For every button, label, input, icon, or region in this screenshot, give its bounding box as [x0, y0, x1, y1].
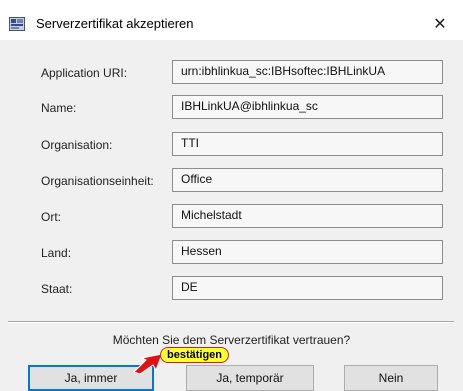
- label-land: Land:: [41, 246, 72, 260]
- field-ort[interactable]: Michelstadt: [172, 204, 443, 228]
- confirm-callout: bestätigen: [160, 347, 230, 363]
- field-organisation[interactable]: TTI: [172, 132, 443, 156]
- separator: [8, 321, 454, 323]
- label-staat: Staat:: [41, 282, 73, 296]
- field-land[interactable]: Hessen: [172, 240, 443, 264]
- label-ort: Ort:: [41, 210, 61, 224]
- trust-question: Möchten Sie dem Serverzertifikat vertrau…: [112, 333, 351, 347]
- field-organisationseinheit[interactable]: Office: [172, 168, 443, 192]
- certificate-details: Application URI: urn:ibhlinkua_sc:IBHsof…: [0, 40, 463, 318]
- title-bar: Serverzertifikat akzeptieren ✕: [0, 8, 463, 40]
- label-application-uri: Application URI:: [41, 66, 128, 80]
- row-land: Land: Hessen: [0, 240, 463, 268]
- row-staat: Staat: DE: [0, 276, 463, 304]
- close-button[interactable]: ✕: [417, 8, 463, 40]
- row-ort: Ort: Michelstadt: [0, 204, 463, 232]
- field-staat[interactable]: DE: [172, 276, 443, 300]
- reject-button[interactable]: Nein: [344, 365, 438, 391]
- dialog-title: Serverzertifikat akzeptieren: [36, 16, 194, 31]
- field-application-uri[interactable]: urn:ibhlinkua_sc:IBHsoftec:IBHLinkUA: [172, 60, 443, 84]
- close-icon: ✕: [433, 16, 447, 33]
- row-organisationseinheit: Organisationseinheit: Office: [0, 168, 463, 196]
- row-name: Name: IBHLinkUA@ibhlinkua_sc: [0, 95, 463, 123]
- label-name: Name:: [41, 101, 77, 115]
- field-name[interactable]: IBHLinkUA@ibhlinkua_sc: [172, 95, 443, 119]
- certificate-app-icon: [9, 17, 25, 31]
- label-organisationseinheit: Organisationseinheit:: [41, 174, 154, 188]
- row-organisation: Organisation: TTI: [0, 132, 463, 160]
- row-application-uri: Application URI: urn:ibhlinkua_sc:IBHsof…: [0, 60, 463, 88]
- accept-temporary-button[interactable]: Ja, temporär: [186, 365, 314, 391]
- label-organisation: Organisation:: [41, 138, 113, 152]
